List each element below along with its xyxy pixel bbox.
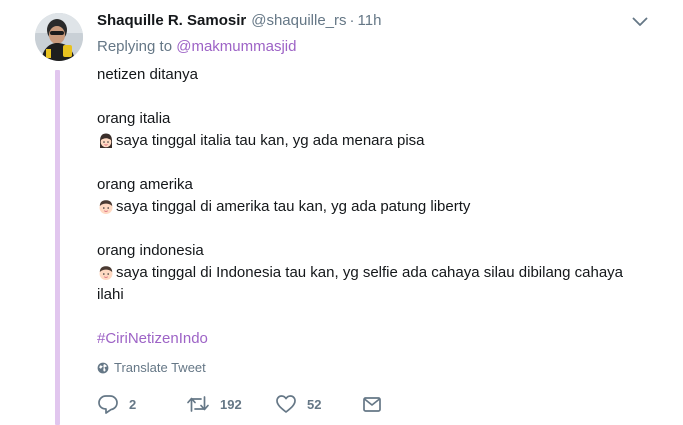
tweet-line: ilahi [97,286,124,303]
tweet-line: orang italia [97,110,171,127]
replying-prefix: Replying to [97,38,173,55]
tweet-line: orang indonesia [97,242,204,259]
tweet-actions: 2 192 52 [97,392,397,416]
tweet-line-text: saya tinggal di Indonesia tau kan, yg se… [116,264,624,281]
tweet-line-with-emoji: saya tinggal di Indonesia tau kan, yg se… [97,262,657,284]
translate-tweet-link[interactable]: Translate Tweet [97,360,206,375]
tweet-line-with-emoji: saya tinggal di amerika tau kan, yg ada … [97,196,657,218]
tweet-line-with-emoji: saya tinggal italia tau kan, yg ada mena… [97,130,657,152]
avatar-photo [35,13,83,61]
author-name[interactable]: Shaquille R. Samosir [97,12,246,29]
more-options-button[interactable] [630,14,650,30]
author-handle[interactable]: @shaquille_rs [251,12,346,29]
like-button[interactable]: 52 [275,392,321,416]
girl-emoji [100,133,112,148]
retweet-icon [187,396,209,412]
reply-button[interactable]: 2 [97,392,136,416]
heart-icon [276,395,296,413]
direct-message-button[interactable] [361,392,383,416]
chevron-down-icon [632,17,648,26]
hashtag-link[interactable]: #CiriNetizenIndo [97,328,208,350]
tweet-line: orang amerika [97,176,193,193]
tweet-timestamp[interactable]: 11h [358,12,382,29]
tweet-line-text: saya tinggal di amerika tau kan, yg ada … [116,198,471,215]
thread-line [55,70,60,425]
like-count: 52 [307,396,322,412]
reply-count: 2 [129,396,137,412]
globe-icon [97,362,109,373]
boy-emoji [99,200,113,214]
envelope-icon [363,397,381,412]
tweet-text: netizen ditanya orang italia saya tingga… [97,64,657,350]
reply-icon [98,395,118,414]
tweet-line: netizen ditanya [97,66,198,83]
replying-to: Replying to @makmummasjid [97,38,296,55]
retweet-count: 192 [220,396,242,412]
replying-mention[interactable]: @makmummasjid [176,38,296,55]
tweet-header: Shaquille R. Samosir @shaquille_rs · 11h [97,12,381,32]
boy-emoji [99,266,113,280]
avatar[interactable] [35,13,83,61]
retweet-button[interactable]: 192 [186,392,242,416]
translate-label[interactable]: Translate Tweet [114,360,206,375]
header-separator: · [349,12,355,29]
tweet-line-text: saya tinggal italia tau kan, yg ada mena… [116,132,425,149]
